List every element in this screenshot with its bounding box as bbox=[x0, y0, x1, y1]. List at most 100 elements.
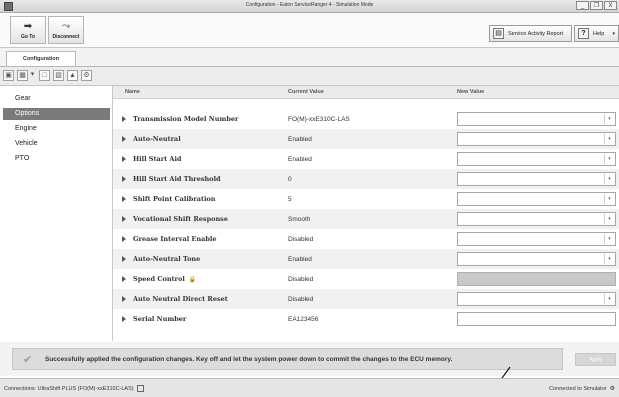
minimize-button[interactable]: _ bbox=[576, 1, 589, 10]
expand-arrow-icon[interactable] bbox=[122, 276, 126, 282]
chevron-down-icon[interactable]: ▾ bbox=[604, 134, 614, 144]
row-name: Vocational Shift Response bbox=[133, 215, 228, 223]
tab-configuration[interactable]: Configuration bbox=[6, 51, 76, 66]
row-current-value: Disabled bbox=[288, 296, 314, 303]
table-row[interactable]: Hill Start Aid Enabled ▾ bbox=[113, 149, 619, 169]
help-button[interactable]: ? Help ▾ bbox=[574, 25, 619, 42]
arrow-right-icon: ➡ bbox=[23, 21, 33, 32]
new-value-dropdown[interactable]: ▾ bbox=[457, 232, 616, 246]
row-current-value: Smooth bbox=[288, 216, 311, 223]
disconnect-button[interactable]: ⤳ Disconnect bbox=[48, 16, 84, 44]
window-titlebar: Configuration - Eaton ServiceRanger 4 - … bbox=[0, 0, 619, 13]
new-value-dropdown[interactable]: ▾ bbox=[457, 292, 616, 306]
row-current-value: Enabled bbox=[288, 156, 312, 163]
expand-arrow-icon[interactable] bbox=[122, 316, 126, 322]
expand-arrow-icon[interactable] bbox=[122, 196, 126, 202]
nav-item-options[interactable]: Options bbox=[3, 108, 110, 120]
row-name: Auto-Neutral Tone bbox=[133, 255, 201, 263]
new-value-text-input[interactable] bbox=[457, 312, 616, 326]
column-header-current-value: Current Value bbox=[288, 89, 324, 95]
window-controls: _ ❐ X bbox=[576, 1, 617, 10]
row-current-value: Disabled bbox=[288, 276, 314, 283]
table-row[interactable]: Auto Neutral Direct Reset Disabled ▾ bbox=[113, 289, 619, 309]
table-row[interactable]: Grease Interval Enable Disabled ▾ bbox=[113, 229, 619, 249]
new-value-dropdown[interactable]: ▾ bbox=[457, 112, 616, 126]
new-value-dropdown[interactable]: ▾ bbox=[457, 152, 616, 166]
connection-statusbar: Connections: UltraShift PLUS (FO(M)-xxE3… bbox=[0, 378, 619, 397]
expand-arrow-icon[interactable] bbox=[122, 176, 126, 182]
row-name: Grease Interval Enable bbox=[133, 235, 217, 243]
row-current-value: Enabled bbox=[288, 136, 312, 143]
column-header-name: Name bbox=[125, 89, 140, 95]
new-value-dropdown[interactable]: ▾ bbox=[457, 212, 616, 226]
expand-arrow-icon[interactable] bbox=[122, 296, 126, 302]
nav-item-gear[interactable]: Gear bbox=[3, 93, 110, 105]
row-name: Serial Number bbox=[133, 315, 187, 323]
expand-arrow-icon[interactable] bbox=[122, 256, 126, 262]
chevron-down-icon[interactable]: ▾ bbox=[604, 154, 614, 164]
config-grid: Name Current Value New Value Transmissio… bbox=[113, 86, 619, 341]
action-iconbar: ▣ ▦ ▾ □ ▧ ▲ ⚙ bbox=[0, 67, 619, 86]
status-message-panel: ✔ Successfully applied the configuration… bbox=[12, 348, 563, 370]
new-value-dropdown[interactable]: ▾ bbox=[457, 252, 616, 266]
row-current-value: 0 bbox=[288, 176, 292, 183]
simulator-label: Connected to Simulator bbox=[549, 386, 607, 392]
row-current-value: Enabled bbox=[288, 256, 312, 263]
table-row[interactable]: Auto-Neutral Tone Enabled ▾ bbox=[113, 249, 619, 269]
restore-button[interactable]: ❐ bbox=[590, 1, 603, 10]
chevron-down-icon[interactable]: ▾ bbox=[604, 114, 614, 124]
row-name: Speed Control 🔒 bbox=[133, 275, 196, 283]
expand-arrow-icon[interactable] bbox=[122, 216, 126, 222]
row-name: Auto-Neutral bbox=[133, 135, 181, 143]
table-row[interactable]: Shift Point Calibration 5 ▾ bbox=[113, 189, 619, 209]
table-row[interactable]: Speed Control 🔒 Disabled bbox=[113, 269, 619, 289]
apply-button[interactable]: Apply bbox=[575, 353, 616, 366]
connection-label: Connections: UltraShift PLUS (FO(M)-xxE3… bbox=[4, 385, 134, 392]
expand-arrow-icon[interactable] bbox=[122, 116, 126, 122]
chevron-down-icon[interactable]: ▾ bbox=[604, 294, 614, 304]
row-name: Hill Start Aid Threshold bbox=[133, 175, 221, 183]
chevron-down-icon[interactable]: ▾ bbox=[604, 174, 614, 184]
save-dropdown-icon[interactable]: ▾ bbox=[29, 70, 36, 81]
new-value-dropdown[interactable]: ▾ bbox=[457, 132, 616, 146]
table-row[interactable]: Transmission Model Number FO(M)-xxE310C-… bbox=[113, 109, 619, 129]
settings-icon[interactable]: ⚙ bbox=[81, 70, 92, 81]
status-message: Successfully applied the configuration c… bbox=[45, 356, 453, 363]
chevron-down-icon[interactable]: ▾ bbox=[604, 254, 614, 264]
report-icon: ▤ bbox=[493, 28, 504, 39]
chevron-down-icon[interactable]: ▾ bbox=[604, 234, 614, 244]
expand-arrow-icon[interactable] bbox=[122, 136, 126, 142]
table-row[interactable]: Serial Number EA123456 bbox=[113, 309, 619, 329]
expand-arrow-icon[interactable] bbox=[122, 236, 126, 242]
table-row[interactable]: Vocational Shift Response Smooth ▾ bbox=[113, 209, 619, 229]
window-title: Configuration - Eaton ServiceRanger 4 - … bbox=[245, 2, 374, 8]
expand-arrow-icon[interactable] bbox=[122, 156, 126, 162]
connection-details-icon[interactable] bbox=[136, 385, 144, 392]
disconnect-label: Disconnect bbox=[52, 34, 80, 40]
new-value-dropdown[interactable]: ▾ bbox=[457, 172, 616, 186]
nav-item-engine[interactable]: Engine bbox=[3, 123, 110, 135]
disconnect-icon: ⤳ bbox=[62, 21, 70, 32]
copy-icon[interactable]: □ bbox=[39, 70, 50, 81]
nav-item-vehicle[interactable]: Vehicle bbox=[3, 138, 110, 150]
row-current-value: Disabled bbox=[288, 236, 314, 243]
table-row[interactable]: Auto-Neutral Enabled ▾ bbox=[113, 129, 619, 149]
nav-item-pto[interactable]: PTO bbox=[3, 153, 110, 165]
chevron-down-icon[interactable]: ▾ bbox=[604, 194, 614, 204]
new-value-dropdown[interactable]: ▾ bbox=[457, 192, 616, 206]
export-icon[interactable]: ▲ bbox=[67, 70, 78, 81]
service-activity-report-button[interactable]: ▤ Service Activity Report bbox=[489, 25, 572, 42]
print-icon[interactable]: ▧ bbox=[53, 70, 64, 81]
goto-button[interactable]: ➡ Go To bbox=[10, 16, 46, 44]
save-icon[interactable]: ▦ bbox=[17, 70, 28, 81]
close-button[interactable]: X bbox=[604, 1, 617, 10]
row-name: Auto Neutral Direct Reset bbox=[133, 295, 228, 303]
status-area: ✔ Successfully applied the configuration… bbox=[0, 342, 619, 376]
grid-header: Name Current Value New Value bbox=[113, 86, 619, 99]
table-row[interactable]: Hill Start Aid Threshold 0 ▾ bbox=[113, 169, 619, 189]
chevron-down-icon[interactable]: ▾ bbox=[604, 214, 614, 224]
open-folder-icon[interactable]: ▣ bbox=[3, 70, 14, 81]
row-current-value: 5 bbox=[288, 196, 292, 203]
checkmark-icon: ✔ bbox=[23, 354, 33, 366]
row-name-text: Speed Control bbox=[133, 275, 185, 283]
